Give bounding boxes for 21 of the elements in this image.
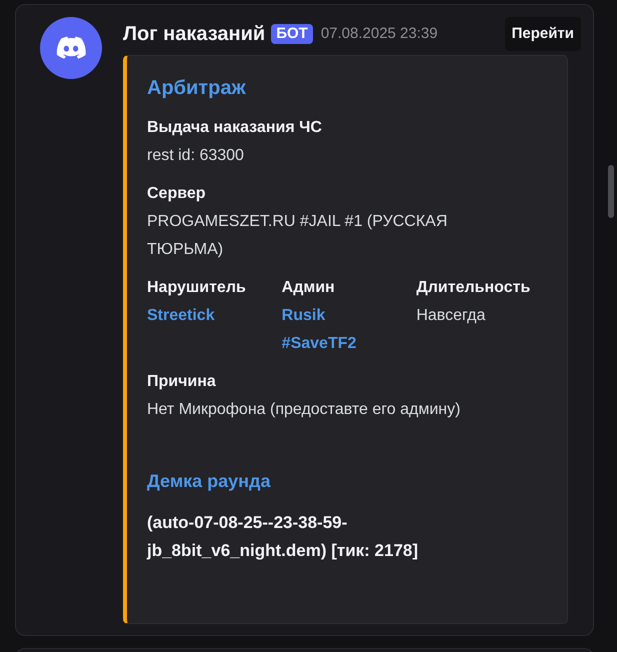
field-name: Выдача наказания ЧС — [147, 118, 323, 138]
timestamp: 07.08.2025 23:39 — [320, 24, 438, 44]
go-button[interactable]: Перейти — [504, 17, 581, 51]
author-name[interactable]: Лог наказаний — [123, 19, 266, 49]
scrollbar-thumb[interactable] — [608, 165, 614, 218]
field-name: Причина — [147, 372, 217, 392]
embed-title: Арбитраж — [147, 76, 247, 101]
user-link[interactable]: Streetick — [147, 302, 266, 330]
field-name: Сервер — [147, 184, 207, 204]
user-link[interactable]: Rusik #SaveTF2 — [282, 302, 400, 358]
field-name: Длительность — [416, 278, 532, 298]
field-value: rest id: 63300 — [147, 146, 245, 166]
bot-tag: БОТ — [271, 24, 313, 44]
demo-description: (auto-07-08-25--23-38-59-jb_8bit_v6_night.dem) [тик: 2178] — [147, 512, 420, 562]
demo-link[interactable]: Демка раунда — [147, 468, 551, 495]
field-value: Нет Микрофона (предоставте его админу) — [147, 400, 462, 420]
field-value: Навсегда — [416, 306, 486, 326]
field-name: Нарушитель — [147, 278, 247, 298]
field-name: Админ — [282, 278, 336, 298]
field-value: PROGAMESZET.RU #JAIL #1 (РУССКАЯ ТЮРЬМА) — [147, 212, 448, 260]
discord-logo-icon — [40, 17, 102, 79]
